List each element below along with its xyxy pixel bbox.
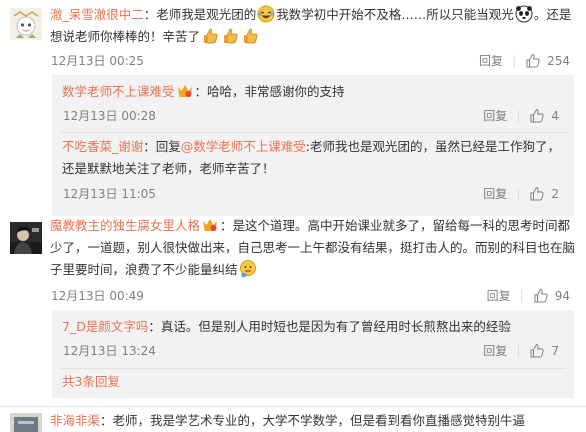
reply-button[interactable]: 回复 xyxy=(483,343,507,359)
reply-body: ：真话。但是别人用时短也是因为有了曾经用时长煎熬出来的经验 xyxy=(148,319,511,334)
comment-username[interactable]: 魔教教主的独生腐女里人格 xyxy=(50,218,200,233)
thumbs-up-emoji xyxy=(221,27,239,45)
reply-button[interactable]: 回复 xyxy=(483,186,507,202)
comment-item: 澈_呆雪澈很中二：老师我是观光团的 我数学初中开始不及格……所以只能当观光 。还是想… xyxy=(0,0,586,216)
like-count: 94 xyxy=(554,289,570,303)
reply-item: 不吃香菜_谢谢：回复@数学老师不上课难受:老师我也是观光团的，虽然已经是工作狗了… xyxy=(52,133,574,216)
comment-username[interactable]: 澈_呆雪澈很中二 xyxy=(50,7,144,22)
comment-body-part1: 老师我是观光团的 xyxy=(156,7,257,22)
comment-item: 非海非渠：老师，我是学艺术专业的，大学不学数学，但是看到看你直播感觉特别牛逼 xyxy=(0,407,586,432)
reply-item: 数学老师不上课难受 ：哈哈，非常感谢你的支持 12月13日 00:28 回复 | … xyxy=(52,75,574,132)
comment-timestamp: 12月13日 00:25 xyxy=(51,54,144,68)
reply-text: 不吃香菜_谢谢：回复@数学老师不上课难受:老师我也是观光团的，虽然已经是工作狗了… xyxy=(62,136,568,180)
thumbs-up-emoji xyxy=(201,27,219,45)
vip-badge-icon xyxy=(177,83,193,97)
reply-actions: 回复 | 2 xyxy=(483,186,559,202)
like-thumb-icon[interactable] xyxy=(529,343,545,359)
reply-text: 7_D是颜文字吗：真话。但是别人用时短也是因为有了曾经用时长煎熬出来的经验 xyxy=(62,316,568,338)
thumbs-up-emoji xyxy=(241,27,259,45)
comment-body-part2: 我数学初中开始不及格……所以只能当观光 xyxy=(276,7,514,22)
like-thumb-icon[interactable] xyxy=(525,53,541,69)
action-divider: | xyxy=(512,54,517,68)
comment-username[interactable]: 非海非渠 xyxy=(50,413,100,428)
like-thumb-icon[interactable] xyxy=(533,288,549,304)
thinking-emoji xyxy=(239,260,257,278)
reply-box: 数学老师不上课难受 ：哈哈，非常感谢你的支持 12月13日 00:28 回复 | … xyxy=(52,75,574,216)
reply-button[interactable]: 回复 xyxy=(483,108,507,124)
reply-timestamp: 12月13日 00:28 xyxy=(63,109,156,123)
reply-body: ：哈哈，非常感谢你的支持 xyxy=(194,84,345,99)
reply-actions: 回复 | 7 xyxy=(483,343,559,359)
comment-actions: 回复 | 254 xyxy=(479,53,570,69)
like-count: 4 xyxy=(551,109,559,123)
more-replies-link[interactable]: 共3条回复 xyxy=(62,374,120,390)
reply-button[interactable]: 回复 xyxy=(479,53,503,69)
colon: ： xyxy=(143,7,157,22)
vip-badge-icon xyxy=(202,217,218,231)
reply-prefix: ：回复 xyxy=(143,139,181,154)
like-count: 2 xyxy=(551,187,559,201)
reply-actions: 回复 | 4 xyxy=(483,108,559,124)
reply-button[interactable]: 回复 xyxy=(487,288,511,304)
comment-actions: 回复 | 94 xyxy=(487,288,570,304)
panda-emoji xyxy=(515,5,533,23)
avatar[interactable] xyxy=(10,413,42,432)
action-divider: | xyxy=(516,344,521,358)
action-divider: | xyxy=(516,187,521,201)
reply-timestamp: 12月13日 11:05 xyxy=(63,187,156,201)
like-count: 7 xyxy=(551,344,559,358)
reply-box: 7_D是颜文字吗：真话。但是别人用时短也是因为有了曾经用时长煎熬出来的经验 12… xyxy=(52,310,574,398)
reply-mention[interactable]: @数学老师不上课难受 xyxy=(181,139,306,154)
reply-timestamp: 12月13日 13:24 xyxy=(63,344,156,358)
like-thumb-icon[interactable] xyxy=(529,108,545,124)
avatar[interactable] xyxy=(10,222,42,254)
action-divider: | xyxy=(516,109,521,123)
like-count: 254 xyxy=(547,54,570,68)
reply-text: 数学老师不上课难受 ：哈哈，非常感谢你的支持 xyxy=(62,81,568,103)
comment-text: 澈_呆雪澈很中二：老师我是观光团的 我数学初中开始不及格……所以只能当观光 。还是想… xyxy=(50,4,576,48)
comment-timestamp: 12月13日 00:49 xyxy=(51,289,144,303)
reply-username[interactable]: 7_D是颜文字吗 xyxy=(62,319,148,334)
laughing-tears-emoji xyxy=(257,5,275,23)
reply-divider xyxy=(60,368,566,369)
comment-body: ：老师，我是学艺术专业的，大学不学数学，但是看到看你直播感觉特别牛逼 xyxy=(100,413,526,428)
avatar[interactable] xyxy=(10,8,42,40)
comment-item: 魔教教主的独生腐女里人格 ：是这个道理。高中开始课业就多了，留给每一科的思考时间都… xyxy=(0,210,586,406)
reply-username[interactable]: 数学老师不上课难受 xyxy=(62,84,175,99)
reply-item: 7_D是颜文字吗：真话。但是别人用时短也是因为有了曾经用时长煎熬出来的经验 12… xyxy=(52,310,574,368)
comment-text: 非海非渠：老师，我是学艺术专业的，大学不学数学，但是看到看你直播感觉特别牛逼 xyxy=(50,410,576,432)
reply-username[interactable]: 不吃香菜_谢谢 xyxy=(62,139,143,154)
comment-text: 魔教教主的独生腐女里人格 ：是这个道理。高中开始课业就多了，留给每一科的思考时间都… xyxy=(50,215,576,281)
action-divider: | xyxy=(519,289,524,303)
like-thumb-icon[interactable] xyxy=(529,186,545,202)
